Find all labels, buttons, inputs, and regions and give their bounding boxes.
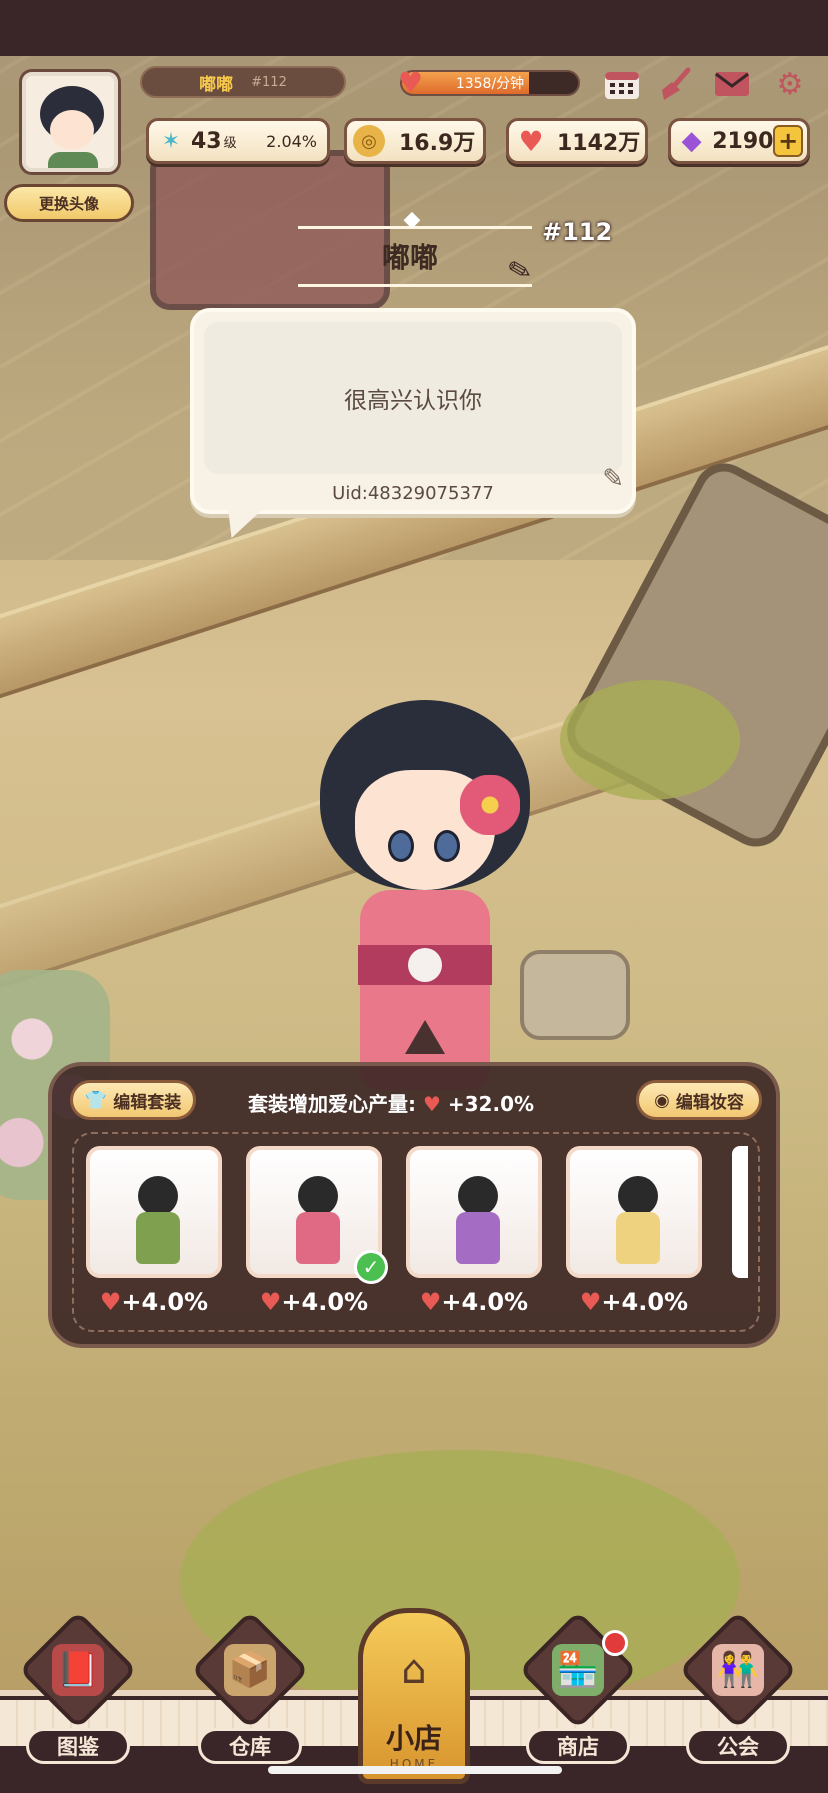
outfit-slot[interactable]	[566, 1146, 702, 1278]
book-icon: 📕	[52, 1644, 104, 1696]
heart-icon: ♥	[259, 1288, 282, 1316]
coin-icon: ◎	[353, 125, 385, 157]
crown-icon: ◆	[403, 207, 421, 232]
nav-shop-label: 商店	[526, 1728, 630, 1764]
level-progress: 2.04%	[266, 131, 317, 151]
figure-body	[456, 1212, 500, 1264]
edit-makeup-label: 编辑妆容	[675, 1092, 744, 1113]
heart-rate-bar: 1358/分钟	[400, 70, 580, 96]
gems-value: 2190	[712, 128, 774, 154]
profile-name: 嘟嘟	[381, 241, 438, 274]
nav-guild-label: 公会	[686, 1728, 790, 1764]
level-value: 43	[191, 128, 222, 154]
outfit-slot[interactable]: ✓	[246, 1146, 388, 1284]
makeup-icon: ◉	[654, 1089, 670, 1111]
player-name: 嘟嘟	[199, 74, 234, 95]
hearts-stat[interactable]: ♥ 1142万	[506, 118, 648, 164]
slot-bonus-value: +4.0%	[601, 1288, 689, 1316]
hair-flower	[460, 775, 520, 835]
nav-guild[interactable]: 👫 公会	[678, 1610, 798, 1770]
broom-icon[interactable]	[656, 64, 696, 104]
notification-badge	[602, 1630, 628, 1656]
grass-patch	[560, 680, 740, 800]
greeting-text: 很高兴认识你	[204, 322, 622, 474]
people-icon: 👫	[712, 1644, 764, 1696]
gems-stat[interactable]: ◆ 2190 +	[668, 118, 810, 164]
heart-icon: ♥	[398, 66, 424, 99]
calendar-icon[interactable]	[602, 64, 642, 104]
slot-bonus: ♥+4.0%	[404, 1288, 544, 1316]
character-eye	[434, 830, 460, 862]
nav-home[interactable]: ⌂ 小店 HOME	[358, 1608, 470, 1784]
nav-storage[interactable]: 📦 仓库	[190, 1610, 310, 1770]
avatar-body	[48, 152, 98, 168]
hearts-value: 1142万	[557, 131, 641, 156]
gem-icon: ◆	[681, 126, 702, 156]
add-gems-button[interactable]: +	[773, 125, 803, 157]
star-icon: ✶	[161, 128, 181, 154]
kimono	[360, 890, 490, 1090]
edit-outfit-button[interactable]: 👕 编辑套装	[70, 1080, 196, 1120]
figure-body	[136, 1212, 180, 1264]
figure-head	[138, 1176, 178, 1216]
coins-stat[interactable]: ◎ 16.9万	[344, 118, 486, 164]
character-eye	[388, 830, 414, 862]
greeting-bubble: 很高兴认识你 Uid:48329075377 ✎	[190, 308, 636, 514]
shirt-icon: 👕	[84, 1089, 108, 1111]
box-icon: 📦	[224, 1644, 276, 1696]
figure-head	[458, 1176, 498, 1216]
gear-icon[interactable]: ⚙	[770, 64, 810, 104]
figure-body	[296, 1212, 340, 1264]
nav-catalog[interactable]: 📕 图鉴	[18, 1610, 138, 1770]
name-plate[interactable]: 嘟嘟 #112	[140, 66, 346, 98]
heart-icon: ♥	[419, 1288, 442, 1316]
nav-storage-label: 仓库	[198, 1728, 302, 1764]
home-indicator[interactable]	[268, 1766, 562, 1774]
store-icon: 🏪	[552, 1644, 604, 1696]
obi-bow	[408, 948, 442, 982]
avatar-face	[50, 110, 94, 150]
change-avatar-button[interactable]: 更换头像	[4, 184, 134, 222]
uid-text: Uid:48329075377	[332, 483, 494, 504]
figure-head	[298, 1176, 338, 1216]
edit-greeting-icon[interactable]: ✎	[602, 464, 624, 494]
outfit-slot[interactable]	[406, 1146, 542, 1278]
nav-home-label: 小店	[385, 1722, 442, 1755]
edit-outfit-label: 编辑套装	[113, 1092, 182, 1113]
profile-number: #112	[542, 218, 613, 246]
nav-catalog-label: 图鉴	[26, 1728, 130, 1764]
heart-icon: ♥	[99, 1288, 122, 1316]
slot-bonus: ♥+4.0%	[244, 1288, 384, 1316]
slot-bonus-value: +4.0%	[441, 1288, 529, 1316]
slot-bonus: ♥+4.0%	[84, 1288, 224, 1316]
outfit-panel: 👕 编辑套装 套装增加爱心产量: ♥ +32.0% ◉ 编辑妆容 ♥+4.0% …	[48, 1062, 780, 1348]
heart-icon: ♥	[518, 124, 544, 158]
outfit-slot[interactable]	[86, 1146, 222, 1278]
heart-icon: ♥	[579, 1288, 602, 1316]
bonus-value: +32.0%	[447, 1092, 535, 1116]
heart-rate-text: 1358/分钟	[455, 76, 525, 92]
slot-bonus-value: +4.0%	[121, 1288, 209, 1316]
slot-bonus: ♥+4.0%	[564, 1288, 704, 1316]
house-icon: ⌂	[401, 1647, 427, 1693]
level-unit: 级	[223, 135, 237, 151]
mail-icon[interactable]	[712, 64, 752, 104]
name-divider	[298, 284, 532, 287]
check-icon: ✓	[354, 1250, 388, 1284]
player-number: #112	[251, 74, 287, 90]
outfit-bonus: 套装增加爱心产量: ♥ +32.0%	[248, 1088, 534, 1117]
figure-body	[616, 1212, 660, 1264]
player-character[interactable]	[300, 680, 550, 1100]
slot-bonus-value: +4.0%	[281, 1288, 369, 1316]
avatar[interactable]	[22, 72, 118, 172]
coins-value: 16.9万	[399, 131, 476, 156]
edit-makeup-button[interactable]: ◉ 编辑妆容	[636, 1080, 762, 1120]
bonus-label: 套装增加爱心产量:	[248, 1092, 416, 1116]
figure-head	[618, 1176, 658, 1216]
heart-icon: ♥	[422, 1092, 441, 1116]
level-stat[interactable]: ✶ 43 级 2.04%	[146, 118, 330, 164]
outfit-slot-partial[interactable]	[732, 1146, 748, 1278]
